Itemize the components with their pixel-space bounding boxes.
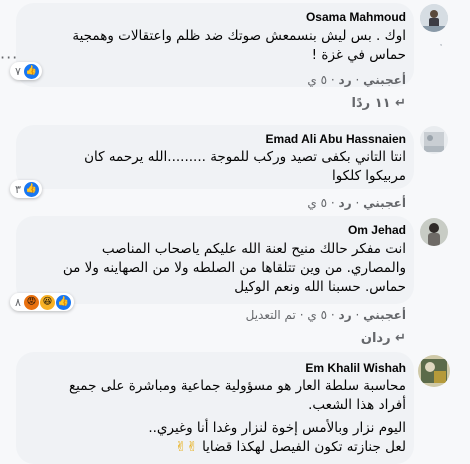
more-options-icon[interactable]: ··· [0, 48, 18, 67]
avatar-person-icon [420, 4, 448, 32]
reaction-count: ٣ [15, 183, 21, 196]
like-reaction-icon: 👍 [55, 294, 71, 310]
comment-author[interactable]: Emad Ali Abu Hassnaien [266, 132, 406, 146]
edited-label[interactable]: تم التعديل [246, 308, 296, 322]
like-reaction-icon: 👍 [23, 63, 39, 79]
like-button[interactable]: أعجبني [363, 73, 406, 87]
reply-button[interactable]: رد [339, 308, 352, 322]
comment-text-line: لعل جنازته تكون الفيصل لهكذا قضايا ✌✌ [175, 438, 406, 457]
comment-text: لعل جنازته تكون الفيصل لهكذا قضايا [202, 439, 406, 455]
separator: · [355, 73, 360, 87]
avatar-photo-icon [418, 355, 450, 387]
comment-time[interactable]: ٥ ي [307, 308, 327, 322]
angry-reaction-icon: 😡 [23, 294, 39, 310]
separator: · [330, 196, 335, 210]
haha-reaction-icon: 😆 [39, 294, 55, 310]
avatar-person-icon [420, 218, 448, 246]
comment-text-line: اوك . بس ليش بنسمعش صوتك ضد ظلم واعتقالا… [72, 28, 406, 44]
view-replies-link[interactable]: ↵ ردان [361, 331, 406, 346]
comment-actions: أعجبني · رد · ٥ ي [307, 73, 406, 87]
reply-arrow-icon: ↵ [395, 331, 406, 346]
separator: · [355, 196, 360, 210]
comment-author[interactable]: Em Khalil Wishah [305, 361, 406, 375]
comment-text-line: انتا التاني بكفى تصيد وركب للموجة ......… [84, 149, 406, 165]
reaction-count: ٨ [15, 296, 21, 309]
comment-time[interactable]: ٥ ي [307, 196, 327, 210]
comment-text-line: حماس في غزة ! [311, 47, 406, 63]
avatar[interactable] [420, 218, 448, 246]
separator: · [330, 308, 335, 322]
comment-text-line: اليوم نزار وبالأمس إخوة لنزار وغدا أنا و… [148, 420, 406, 436]
reply-arrow-icon: ↵ [395, 96, 406, 111]
victory-hand-icon: ✌ [186, 439, 198, 455]
comment-text-line: مربيكوا كلكوا [331, 168, 406, 184]
comment-text-line: انت مفكر حالك منيح لعنة الله عليكم ياصحا… [101, 241, 406, 257]
view-replies-link[interactable]: ↵ ١١ ردًا [352, 96, 406, 111]
comment-text-line: حماس. حسبنا الله ونعم الوكيل [234, 279, 406, 295]
avatar[interactable] [420, 4, 448, 32]
comment-author[interactable]: Osama Mahmoud [306, 10, 406, 24]
separator: · [355, 308, 360, 322]
reply-button[interactable]: رد [339, 196, 352, 210]
comment-text-line: والمصاري. من وين تتلقاها من الصلطه ولا م… [62, 260, 406, 276]
comment-text-line: محاسبة سلطة العار هو مسؤولية جماعية ومبا… [69, 378, 406, 394]
reaction-summary[interactable]: ٣ 👍 [10, 180, 42, 198]
like-button[interactable]: أعجبني [363, 308, 406, 322]
avatar[interactable] [420, 126, 448, 154]
like-button[interactable]: أعجبني [363, 196, 406, 210]
comment-actions: أعجبني · رد · ٥ ي · تم التعديل [246, 308, 406, 322]
separator: · [299, 308, 304, 322]
thread-line [440, 44, 442, 46]
avatar[interactable] [418, 355, 450, 387]
comment-text-line: أفراد هذا الشعب. [308, 397, 406, 413]
reaction-summary[interactable]: ٨ 😡 😆 👍 [10, 293, 74, 311]
comment-actions: أعجبني · رد · ٥ ي [307, 196, 406, 210]
comment-time[interactable]: ٥ ي [307, 73, 327, 87]
avatar-photo-icon [420, 126, 448, 154]
view-replies-label: ١١ ردًا [351, 96, 391, 111]
reply-button[interactable]: رد [339, 73, 352, 87]
like-reaction-icon: 👍 [23, 181, 39, 197]
comment-author[interactable]: Om Jehad [348, 223, 406, 237]
victory-hand-icon: ✌ [175, 439, 187, 455]
view-replies-label: ردان [360, 331, 391, 346]
separator: · [330, 73, 335, 87]
